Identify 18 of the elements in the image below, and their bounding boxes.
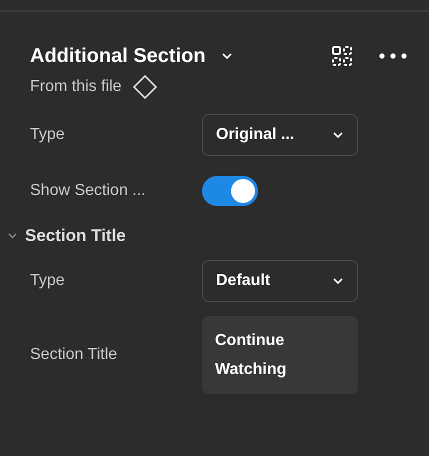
type-dropdown[interactable]: Original ... xyxy=(202,114,358,156)
chevron-icon xyxy=(8,233,17,239)
more-icon[interactable] xyxy=(379,53,407,59)
text-field[interactable]: Continue Watching xyxy=(202,316,358,394)
section-header[interactable]: Section Title xyxy=(8,226,126,246)
type-dropdown[interactable]: Default xyxy=(202,260,358,302)
caret-icon xyxy=(333,132,343,138)
component-title: Additional Section xyxy=(30,44,206,68)
property-label: Type xyxy=(30,272,66,290)
property-label: Section Title xyxy=(30,346,118,364)
caret-icon xyxy=(222,53,232,59)
property-label: Show Section ... xyxy=(30,182,147,200)
diamond-icon xyxy=(132,74,158,100)
source-label: From this file xyxy=(30,78,122,96)
caret-icon xyxy=(333,278,343,284)
property-label: Type xyxy=(30,126,66,144)
toggle-switch[interactable] xyxy=(202,176,258,206)
grid-icon[interactable] xyxy=(331,45,353,67)
